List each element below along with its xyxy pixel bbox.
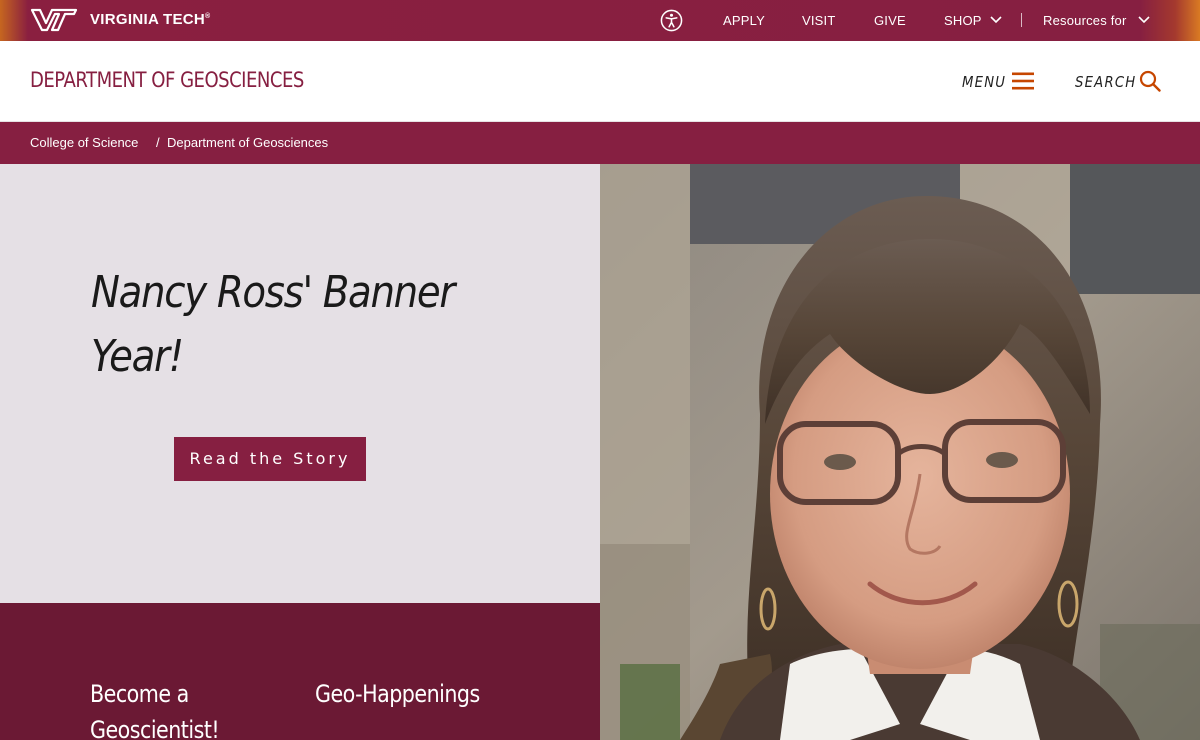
top-utility-bar: VIRGINIA TECH® APPLY VISIT GIVE SHOP Res… bbox=[0, 0, 1200, 41]
shop-chevron-down-icon[interactable] bbox=[990, 15, 1002, 24]
site-header: DEPARTMENT OF GEOSCIENCES MENU SEARCH bbox=[0, 41, 1200, 122]
breadcrumb: College of Science / Department of Geosc… bbox=[0, 122, 1200, 164]
hero-panel: Nancy Ross' Banner Year! Read the Story bbox=[0, 164, 600, 603]
resources-chevron-down-icon[interactable] bbox=[1138, 15, 1150, 24]
accessibility-icon[interactable] bbox=[660, 9, 683, 32]
hero-title-line1: Nancy Ross' Banner bbox=[91, 267, 455, 318]
hero-title-line2: Year! bbox=[91, 331, 184, 382]
department-title[interactable]: DEPARTMENT OF GEOSCIENCES bbox=[30, 68, 304, 92]
geo-happenings-link[interactable]: Geo-Happenings bbox=[315, 676, 480, 712]
breadcrumb-department[interactable]: Department of Geosciences bbox=[167, 135, 328, 150]
breadcrumb-college-of-science[interactable]: College of Science bbox=[30, 135, 138, 150]
resources-for-link[interactable]: Resources for bbox=[1043, 13, 1127, 28]
visit-link[interactable]: VISIT bbox=[802, 13, 836, 28]
search-icon bbox=[1139, 70, 1161, 92]
breadcrumb-separator: / bbox=[156, 135, 160, 150]
vt-logo-icon[interactable] bbox=[30, 8, 78, 32]
apply-link[interactable]: APPLY bbox=[723, 13, 765, 28]
hero-title: Nancy Ross' Banner Year! bbox=[91, 261, 461, 389]
search-label: SEARCH bbox=[1075, 73, 1137, 91]
menu-label: MENU bbox=[962, 73, 1007, 91]
shop-link[interactable]: SHOP bbox=[944, 13, 982, 28]
hero-portrait-photo bbox=[600, 164, 1200, 740]
read-the-story-button[interactable]: Read the Story bbox=[174, 437, 366, 481]
search-button[interactable]: SEARCH bbox=[1075, 69, 1165, 93]
give-link[interactable]: GIVE bbox=[874, 13, 906, 28]
quick-links-panel: Become a Geoscientist! Geo-Happenings bbox=[0, 603, 600, 740]
topbar-divider bbox=[1021, 13, 1022, 27]
hamburger-icon bbox=[1012, 72, 1034, 90]
become-a-geoscientist-link[interactable]: Become a Geoscientist! bbox=[90, 676, 220, 740]
vt-wordmark[interactable]: VIRGINIA TECH® bbox=[90, 11, 210, 28]
